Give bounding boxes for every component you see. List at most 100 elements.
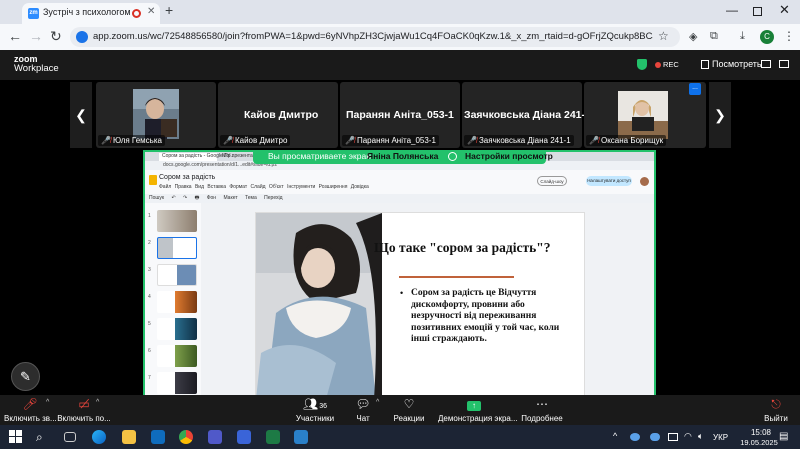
video-button[interactable]: ▭̸ Включить по...	[56, 397, 112, 423]
strip-prev-chevron-icon[interactable]: ❮	[70, 82, 92, 148]
tray-chevron-icon[interactable]: ^	[613, 431, 617, 441]
slide-thumbnail	[157, 210, 197, 232]
clock-date[interactable]: 19.05.2025	[735, 438, 783, 447]
site-info-icon[interactable]	[76, 31, 88, 43]
participants-icon: 👥︎36	[302, 397, 328, 411]
participant-tile[interactable]: 🎤̸ Оксана Борищук	[584, 82, 706, 148]
url-field[interactable]: app.zoom.us/wc/72548856580/join?fromPWA=…	[70, 27, 680, 47]
clock-time[interactable]: 15:08	[739, 428, 783, 437]
slide-canvas-area: Що таке "сором за радість"? • Сором за р…	[201, 203, 654, 396]
slide-photo-woman	[256, 213, 382, 396]
participants-button[interactable]: 👥︎36 Участники	[294, 397, 336, 423]
task-view-icon[interactable]	[64, 432, 76, 442]
teams-icon[interactable]	[208, 430, 222, 444]
wifi-icon[interactable]: ◠	[684, 431, 692, 442]
extensions-puzzle-icon[interactable]: ⧉	[710, 30, 718, 43]
search-icon[interactable]: ⌕	[36, 430, 50, 444]
gallery-view-icon[interactable]	[761, 60, 771, 68]
thumb-number: 3	[148, 267, 151, 273]
reactions-button[interactable]: ♡ Реакции	[390, 397, 428, 423]
forward-arrow-icon[interactable]: →	[29, 28, 43, 44]
video-options-caret-icon[interactable]: ^	[96, 399, 99, 406]
slide-divider-line	[399, 276, 514, 278]
slides-doc-title: Сором за радість	[159, 174, 216, 181]
window-minimize-button[interactable]: —	[726, 3, 738, 17]
volume-icon[interactable]: 🔈︎	[698, 431, 703, 442]
app-icon[interactable]	[294, 430, 308, 444]
muted-mic-icon: 🎤̸	[467, 136, 477, 145]
tab-close-icon[interactable]: ✕	[147, 6, 155, 17]
edge-icon[interactable]	[92, 430, 106, 444]
file-explorer-icon[interactable]	[122, 430, 136, 444]
language-indicator[interactable]: УКР	[713, 433, 728, 442]
outlook-icon[interactable]	[151, 430, 165, 444]
browser-tab-bar: zm Зустріч з психологом ✕ + — ✕	[0, 0, 800, 24]
slides-toolbar: Пошук ↶ ↷ 🖶 Фон Макет Тема Перехід	[145, 194, 654, 203]
participant-name-label: 🎤̸ Заячковська Діана 241-1	[464, 135, 574, 146]
bookmark-star-icon[interactable]: ☆	[658, 29, 669, 43]
participant-name-label: 🎤̸ Оксана Борищук	[586, 135, 667, 146]
zoom-top-bar: zoom Workplace REC Посмотреть	[0, 50, 800, 80]
thumb-number: 6	[148, 348, 151, 354]
slides-logo-icon	[149, 175, 157, 185]
share-status-icon	[448, 152, 457, 161]
slideshow-button: Слайд-шоу	[537, 176, 567, 186]
mute-label: Включить зв...	[4, 414, 57, 423]
participant-tile[interactable]: 🎤̸ Юля Гемська	[96, 82, 216, 148]
view-button[interactable]: Посмотреть	[712, 59, 762, 69]
chat-options-caret-icon[interactable]: ^	[376, 399, 379, 406]
address-bar: ← → ↻ app.zoom.us/wc/72548856580/join?fr…	[0, 24, 800, 50]
excel-icon[interactable]	[266, 430, 280, 444]
annotate-pencil-icon[interactable]: ✎	[11, 362, 40, 391]
participant-name-label: 🎤̸ Паранян Аніта_053-1	[342, 135, 439, 146]
browser-menu-icon[interactable]: ⋮	[783, 29, 795, 43]
participant-name-label: 🎤̸ Кайов Дмитро	[220, 135, 291, 146]
thumb-number: 4	[148, 294, 151, 300]
participant-display-name: Кайов Дмитро	[244, 109, 319, 121]
slides-header: Сором за радість Файл Правка Вид Вставка…	[145, 170, 654, 194]
more-button[interactable]: ⋯ Подробнее	[521, 397, 563, 423]
current-slide: Що таке "сором за радість"? • Сором за р…	[255, 212, 585, 396]
strip-next-chevron-icon[interactable]: ❯	[709, 82, 731, 148]
fullscreen-icon[interactable]	[779, 60, 789, 68]
muted-mic-icon: 🎤̸	[345, 136, 355, 145]
mute-options-caret-icon[interactable]: ^	[46, 399, 49, 406]
browser-tab[interactable]: zm Зустріч з психологом ✕	[22, 3, 160, 24]
participant-tile[interactable]: Паранян Аніта_053-1 🎤̸ Паранян Аніта_053-…	[340, 82, 460, 148]
share-screen-button[interactable]: ↑ Демонстрация экра...	[438, 397, 518, 423]
cloud-icon[interactable]	[650, 433, 660, 441]
new-tab-icon[interactable]: +	[165, 2, 173, 18]
participant-tile[interactable]: Заячковська Діана 241-1 🎤̸ Заячковська Ді…	[462, 82, 591, 148]
battery-icon[interactable]	[668, 433, 678, 441]
extension-icon[interactable]: ◈	[689, 30, 697, 43]
window-close-button[interactable]: ✕	[779, 2, 790, 18]
back-arrow-icon[interactable]: ←	[8, 28, 22, 44]
view-settings-button[interactable]: Настройки просмотр	[465, 151, 553, 161]
leave-button[interactable]: ⎋ Выйти	[762, 397, 790, 423]
leave-label: Выйти	[764, 414, 788, 423]
profile-avatar[interactable]: C	[760, 30, 774, 44]
shared-screen: Сором за радість - Google Пр... Мої през…	[143, 150, 656, 398]
security-shield-icon[interactable]	[637, 59, 647, 70]
chat-button[interactable]: 💬︎ Чат	[350, 397, 376, 423]
thumb-number: 2	[148, 240, 151, 246]
window-maximize-button[interactable]	[753, 7, 762, 16]
heart-icon: ♡	[403, 397, 415, 411]
share-label: Демонстрация экра...	[438, 414, 518, 423]
reactions-label: Реакции	[393, 414, 425, 423]
app-icon[interactable]	[237, 430, 251, 444]
chrome-icon[interactable]	[179, 430, 193, 444]
notifications-icon[interactable]: ▤	[779, 431, 788, 442]
windows-start-icon[interactable]	[9, 430, 23, 444]
participant-strip: ❮ 🎤̸ Юля Гемська Кайов Дмитро 🎤̸ Кайов Дми…	[0, 80, 800, 150]
slide-thumbnail	[157, 372, 197, 394]
participant-tile[interactable]: Кайов Дмитро 🎤̸ Кайов Дмитро	[218, 82, 338, 148]
onedrive-icon[interactable]	[630, 433, 640, 441]
inner-tab: Сором за радість - Google Пр...	[159, 153, 235, 161]
download-icon[interactable]: ⤓	[740, 30, 745, 43]
reload-icon[interactable]: ↻	[50, 28, 62, 45]
slides-toolbar-items: Пошук ↶ ↷ 🖶 Фон Макет Тема Перехід	[149, 195, 283, 201]
more-label: Подробнее	[521, 414, 563, 423]
slides-filmstrip: 1 2 3 4 5 6 7	[145, 203, 201, 396]
participant-more-button[interactable]: ...	[689, 83, 701, 95]
